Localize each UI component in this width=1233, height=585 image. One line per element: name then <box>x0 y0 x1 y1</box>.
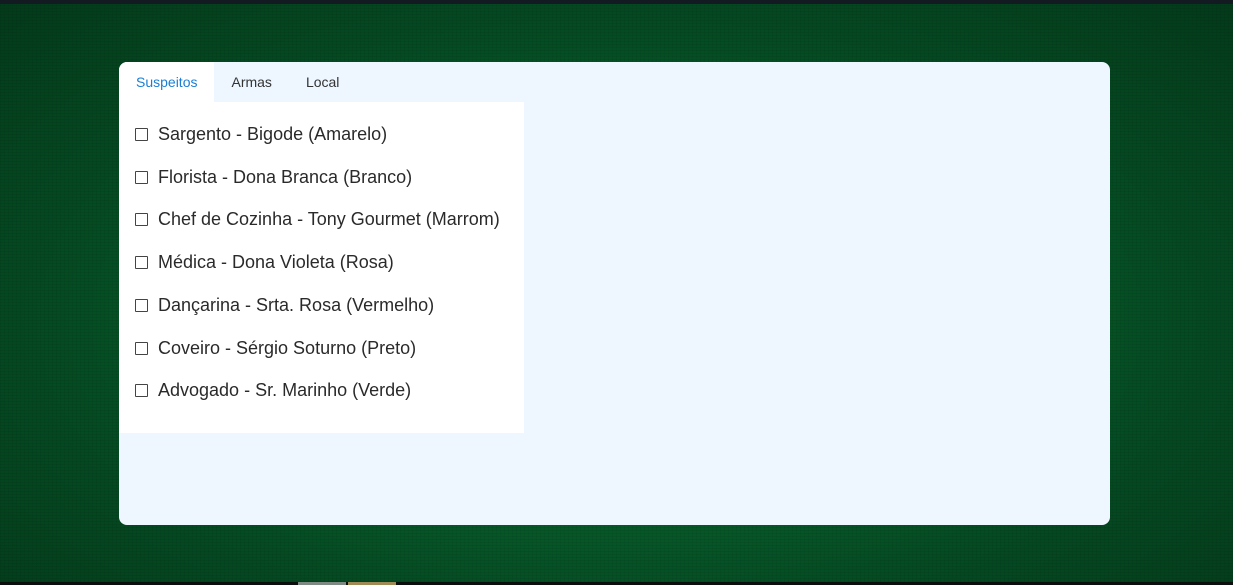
list-item[interactable]: Chef de Cozinha - Tony Gourmet (Marrom) <box>135 207 500 231</box>
list-item[interactable]: Advogado - Sr. Marinho (Verde) <box>135 378 411 402</box>
list-item[interactable]: Coveiro - Sérgio Soturno (Preto) <box>135 336 416 360</box>
checkbox[interactable] <box>135 341 148 355</box>
list-item[interactable]: Florista - Dona Branca (Branco) <box>135 165 412 189</box>
item-label: Chef de Cozinha - Tony Gourmet (Marrom) <box>158 208 500 229</box>
checkbox[interactable] <box>135 255 148 269</box>
list-item[interactable]: Médica - Dona Violeta (Rosa) <box>135 250 394 274</box>
checkbox[interactable] <box>135 170 148 184</box>
checkbox[interactable] <box>135 298 148 312</box>
tab-bar: Suspeitos Armas Local <box>119 62 356 102</box>
notes-panel: Suspeitos Armas Local Sargento - Bigode … <box>119 62 1110 525</box>
checkbox[interactable] <box>135 212 148 226</box>
item-label: Dançarina - Srta. Rosa (Vermelho) <box>158 294 435 315</box>
item-label: Médica - Dona Violeta (Rosa) <box>158 251 394 272</box>
tab-local[interactable]: Local <box>289 62 356 102</box>
checkbox[interactable] <box>135 383 148 397</box>
tab-suspeitos[interactable]: Suspeitos <box>119 62 215 102</box>
list-item[interactable]: Dançarina - Srta. Rosa (Vermelho) <box>135 293 434 317</box>
item-label: Coveiro - Sérgio Soturno (Preto) <box>158 337 417 358</box>
item-label: Florista - Dona Branca (Branco) <box>158 166 413 187</box>
list-item[interactable]: Sargento - Bigode (Amarelo) <box>135 122 387 146</box>
item-label: Sargento - Bigode (Amarelo) <box>158 123 388 144</box>
tab-armas[interactable]: Armas <box>214 62 288 102</box>
checkbox[interactable] <box>135 127 148 141</box>
suspects-list: Sargento - Bigode (Amarelo) Florista - D… <box>119 102 524 433</box>
item-label: Advogado - Sr. Marinho (Verde) <box>158 379 412 400</box>
top-bar <box>0 0 1233 4</box>
